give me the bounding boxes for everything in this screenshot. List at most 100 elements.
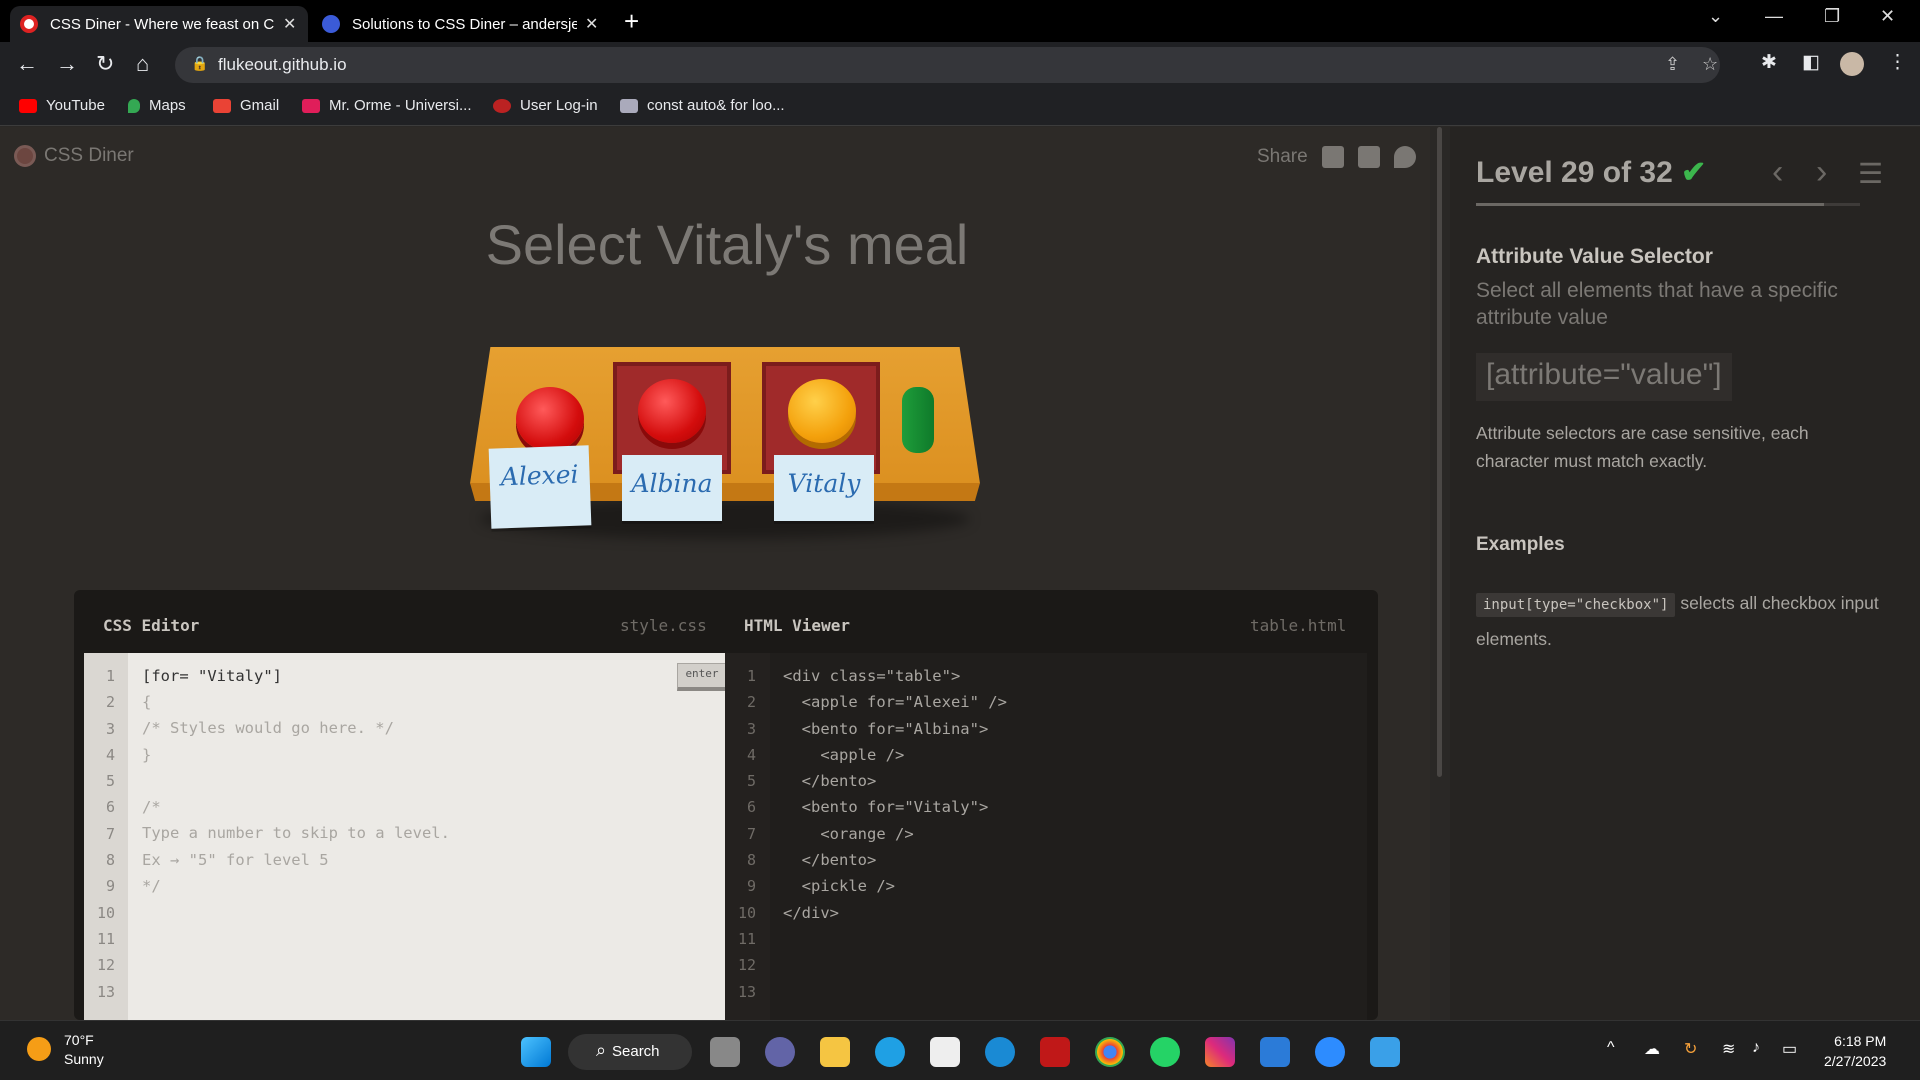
side-panel-icon[interactable]: ◧ bbox=[1802, 51, 1820, 74]
address-bar[interactable]: 🔒 flukeout.github.io ⇪ ☆ bbox=[175, 47, 1720, 83]
twitter-icon[interactable] bbox=[1393, 146, 1416, 168]
help-icon[interactable] bbox=[985, 1037, 1015, 1067]
selector-hint: Attribute selectors are case sensitive, … bbox=[1476, 423, 1809, 471]
github-favicon bbox=[322, 15, 340, 33]
order-title: Select Vitaly's meal bbox=[485, 213, 969, 276]
share-label: Share bbox=[1257, 146, 1308, 167]
css-diner-logo[interactable]: CSS Diner bbox=[14, 145, 134, 167]
login-icon bbox=[493, 98, 511, 113]
whatsapp-icon[interactable] bbox=[1150, 1037, 1180, 1067]
volume-icon[interactable]: ♪ bbox=[1752, 1039, 1760, 1057]
photos-icon[interactable] bbox=[1370, 1037, 1400, 1067]
bookmark-user-login[interactable]: User Log-in bbox=[493, 97, 598, 114]
close-tab-icon[interactable]: ✕ bbox=[283, 14, 296, 34]
wifi-icon[interactable]: ≋ bbox=[1722, 1039, 1735, 1059]
minimize-icon[interactable]: — bbox=[1765, 6, 1783, 27]
chrome-icon[interactable] bbox=[1095, 1037, 1125, 1067]
apple-in-bento[interactable] bbox=[638, 379, 706, 443]
tab-search-icon[interactable]: ⌄ bbox=[1708, 6, 1723, 27]
task-view-icon[interactable] bbox=[710, 1037, 740, 1067]
instagram-icon[interactable] bbox=[1205, 1037, 1235, 1067]
file-explorer-icon[interactable] bbox=[820, 1037, 850, 1067]
bookmarks-bar: YouTube Maps Gmail Mr. Orme - Universi..… bbox=[0, 88, 1920, 126]
orange[interactable] bbox=[788, 379, 856, 443]
extensions-icon[interactable]: ✱ bbox=[1761, 51, 1777, 74]
weather-widget[interactable]: 70°F Sunny bbox=[64, 1031, 104, 1069]
slack-icon bbox=[302, 98, 320, 113]
tab-title: CSS Diner - Where we feast on CSS bbox=[50, 15, 275, 33]
html-line-numbers: 1 2 3 4 5 6 7 8 9 10 11 12 13 bbox=[737, 667, 756, 1001]
home-icon[interactable]: ⌂ bbox=[136, 51, 149, 77]
level-menu-icon[interactable]: ☰ bbox=[1858, 157, 1883, 190]
close-window-icon[interactable]: ✕ bbox=[1880, 6, 1895, 27]
tab-solutions[interactable]: Solutions to CSS Diner – andersje ✕ bbox=[312, 6, 610, 42]
selector-syntax: [attribute="value"] bbox=[1476, 353, 1732, 401]
css-file-name: style.css bbox=[620, 616, 707, 635]
vscode-icon[interactable] bbox=[1260, 1037, 1290, 1067]
bookmark-gmail[interactable]: Gmail bbox=[213, 97, 279, 114]
tab-css-diner[interactable]: CSS Diner - Where we feast on CSS ✕ bbox=[10, 6, 308, 42]
weather-sun-icon[interactable] bbox=[27, 1037, 51, 1061]
menu-icon[interactable]: ⋮ bbox=[1888, 51, 1907, 74]
tab-strip: CSS Diner - Where we feast on CSS ✕ Solu… bbox=[0, 0, 1920, 42]
bookmark-const-auto[interactable]: const auto& for loo... bbox=[620, 97, 785, 114]
zoom-icon[interactable] bbox=[1315, 1037, 1345, 1067]
bookmark-star-icon[interactable]: ☆ bbox=[1702, 54, 1718, 75]
enter-button[interactable]: enter bbox=[677, 663, 727, 691]
previous-level-icon[interactable]: ‹ bbox=[1772, 153, 1783, 192]
restore-icon[interactable]: ❐ bbox=[1824, 6, 1840, 27]
system-clock[interactable]: 6:18 PM 2/27/2023 bbox=[1824, 1031, 1886, 1071]
next-level-icon[interactable]: › bbox=[1816, 153, 1827, 192]
css-diner-favicon bbox=[20, 15, 38, 33]
facebook-icon[interactable] bbox=[1357, 146, 1380, 168]
share-page-icon[interactable]: ⇪ bbox=[1665, 54, 1680, 75]
taskbar-search[interactable]: ⌕ Search bbox=[568, 1034, 692, 1070]
selector-name: Attribute Value Selector bbox=[1476, 245, 1713, 268]
store-icon[interactable] bbox=[930, 1037, 960, 1067]
example: input[type="checkbox"] selects all check… bbox=[1476, 586, 1896, 656]
search-icon: ⌕ bbox=[596, 1040, 607, 1060]
level-progress-bar bbox=[1476, 203, 1860, 206]
windows-start-icon[interactable] bbox=[521, 1037, 551, 1067]
show-hidden-icons[interactable]: ^ bbox=[1607, 1039, 1615, 1057]
css-code-comments: { /* Styles would go here. */ } /* Type … bbox=[142, 693, 450, 896]
tab-title: Solutions to CSS Diner – andersje bbox=[352, 15, 577, 33]
youtube-icon bbox=[19, 98, 37, 113]
gmail-icon bbox=[213, 98, 231, 113]
chat-icon[interactable] bbox=[765, 1037, 795, 1067]
battery-icon[interactable]: ▭ bbox=[1782, 1039, 1797, 1059]
browser-toolbar: ← → ↻ ⌂ 🔒 flukeout.github.io ⇪ ☆ bbox=[0, 42, 1920, 88]
share-bar: Share bbox=[1257, 146, 1416, 168]
scrollbar[interactable] bbox=[1437, 127, 1442, 777]
html-viewer: 1 2 3 4 5 6 7 8 9 10 11 12 13 <div class… bbox=[725, 653, 1367, 1020]
pickle[interactable] bbox=[902, 387, 934, 453]
weather-condition: Sunny bbox=[64, 1051, 104, 1067]
url-text[interactable]: flukeout.github.io bbox=[218, 55, 347, 75]
mcafee-icon[interactable] bbox=[1040, 1037, 1070, 1067]
css-input[interactable]: [for= "Vitaly"] bbox=[142, 663, 282, 689]
email-icon[interactable] bbox=[1321, 146, 1344, 168]
html-code[interactable]: <div class="table"> <apple for="Alexei" … bbox=[783, 663, 1007, 926]
reload-icon[interactable]: ↻ bbox=[96, 51, 114, 77]
new-tab-button[interactable]: + bbox=[624, 6, 639, 37]
check-icon: ✔ bbox=[1681, 156, 1707, 189]
forward-icon[interactable]: → bbox=[56, 51, 78, 77]
close-tab-icon[interactable]: ✕ bbox=[585, 14, 598, 34]
level-indicator[interactable]: Level 29 of 32 ✔ bbox=[1476, 155, 1706, 190]
game-area: CSS Diner Share Select Vitaly's meal Ale… bbox=[0, 127, 1430, 1020]
edge-icon[interactable] bbox=[875, 1037, 905, 1067]
apple[interactable] bbox=[516, 387, 584, 451]
onedrive-icon[interactable]: ☁ bbox=[1644, 1039, 1660, 1059]
profile-avatar[interactable] bbox=[1840, 52, 1864, 76]
temperature: 70°F bbox=[64, 1032, 94, 1048]
clock-date: 2/27/2023 bbox=[1824, 1053, 1887, 1069]
sync-icon[interactable]: ↻ bbox=[1684, 1039, 1697, 1059]
site-icon bbox=[620, 98, 638, 113]
css-editor: 1 2 3 4 5 6 7 8 9 10 11 12 13 [for= "Vit… bbox=[84, 653, 727, 1020]
bookmark-maps[interactable]: Maps bbox=[128, 97, 186, 114]
bookmark-youtube[interactable]: YouTube bbox=[19, 97, 105, 114]
name-tag-vitaly: Vitaly bbox=[774, 455, 874, 521]
back-icon[interactable]: ← bbox=[16, 51, 38, 77]
bookmark-mr-orme[interactable]: Mr. Orme - Universi... bbox=[302, 97, 472, 114]
dining-table: Alexei Albina Vitaly bbox=[470, 347, 980, 547]
